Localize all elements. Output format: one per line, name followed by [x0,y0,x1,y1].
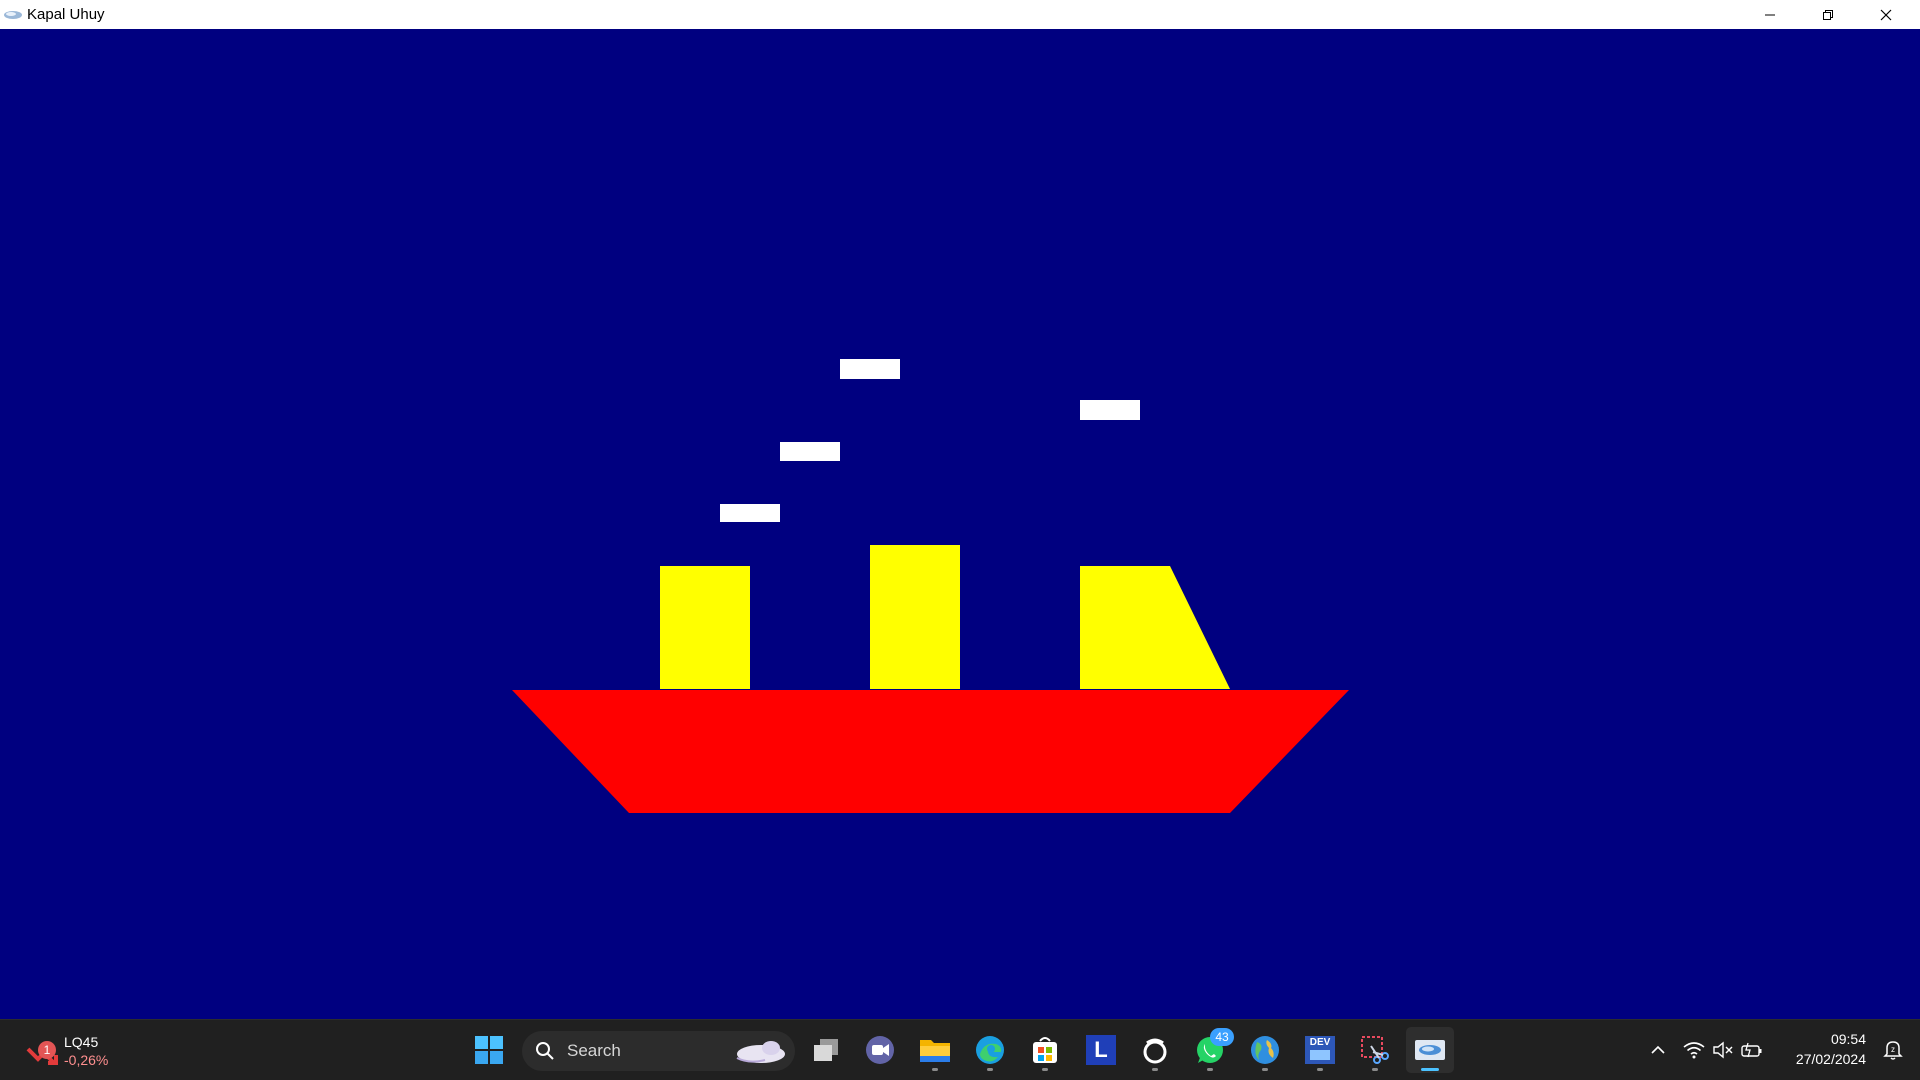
clock[interactable]: 09:54 27/02/2024 [1796,1029,1866,1069]
globe-app-button[interactable] [1241,1027,1289,1073]
search-icon [536,1042,554,1060]
edge-icon [976,1036,1004,1064]
smoke-puff [1080,400,1140,420]
app-icon [1415,1040,1445,1060]
store-button[interactable] [1021,1027,1069,1073]
running-indicator [1042,1068,1048,1071]
drawing-canvas [0,29,1920,1019]
running-indicator [1262,1068,1268,1071]
volume-button[interactable] [1710,1035,1738,1065]
minimize-button[interactable] [1741,0,1799,29]
taskbar: 1 LQ45 -0,26% Search L 43 DEV 09:54 27/0… [0,1019,1920,1080]
search-label: Search [567,1041,621,1060]
search-highlight-icon [736,1041,785,1063]
restore-button[interactable] [1799,0,1857,29]
store-icon [1033,1037,1057,1063]
restore-icon [1823,9,1833,20]
stock-widget[interactable]: 1 LQ45 -0,26% [24,1030,108,1072]
notification-badge: 43 [1210,1028,1234,1046]
middle-funnel [870,545,960,689]
task-view-icon [814,1039,838,1061]
file-explorer-button[interactable] [911,1027,959,1073]
l-icon: L [1086,1035,1116,1065]
title-bar: Kapal Uhuy [0,0,1920,29]
active-indicator [1421,1068,1439,1071]
folder-icon [920,1040,950,1062]
dev-icon: DEV [1305,1036,1335,1064]
battery-icon [1741,1042,1762,1058]
close-icon [1880,9,1892,20]
search-box[interactable]: Search [522,1031,795,1071]
bridge-cabin [1080,566,1230,689]
running-indicator [1317,1068,1323,1071]
running-indicator [1152,1068,1158,1071]
smoke-puff [720,504,780,522]
minimize-icon [1765,14,1775,15]
start-button[interactable] [465,1027,513,1073]
running-indicator [932,1068,938,1071]
system-tray [1648,1020,1766,1080]
clock-date: 27/02/2024 [1795,1051,1866,1067]
globe-icon [1251,1036,1279,1064]
widget-badge: 1 [38,1041,56,1059]
scissors-icon [1361,1036,1389,1064]
battery-button[interactable] [1738,1035,1766,1065]
l-app-button[interactable]: L [1077,1027,1125,1073]
wifi-icon [1683,1042,1705,1059]
whatsapp-button[interactable]: 43 [1186,1027,1234,1073]
close-button[interactable] [1857,0,1915,29]
speaker-muted-icon [1713,1041,1733,1059]
snipping-tool-button[interactable] [1351,1027,1399,1073]
edge-button[interactable] [966,1027,1014,1073]
smoke-puff [780,442,840,461]
widget-name: LQ45 [64,1034,99,1050]
window-title: Kapal Uhuy [27,6,105,23]
notification-center-button[interactable]: z [1880,1037,1906,1063]
ring-app-button[interactable] [1131,1027,1179,1073]
notification-icon: z [1883,1041,1903,1060]
left-funnel [660,566,750,689]
video-camera-icon [866,1036,894,1064]
devcpp-button[interactable]: DEV [1296,1027,1344,1073]
chevron-up-icon [1651,1045,1665,1054]
ship-scene [512,359,1349,813]
smoke-puff [840,359,900,379]
kapal-uhuy-taskbar-button[interactable] [1406,1027,1454,1073]
clock-time: 09:54 [1830,1031,1866,1047]
network-button[interactable] [1678,1035,1710,1065]
running-indicator [1372,1068,1378,1071]
running-indicator [1207,1068,1213,1071]
running-indicator [987,1068,993,1071]
widget-value: -0,26% [64,1052,109,1068]
svg-text:z: z [1891,1045,1895,1054]
ship-hull [512,690,1349,813]
stock-widget-icon: 1 [24,1033,60,1069]
app-icon [4,10,22,19]
windows-logo-icon [475,1036,503,1064]
task-view-button[interactable] [802,1027,850,1073]
ring-icon [1143,1038,1167,1064]
show-hidden-icons-button[interactable] [1648,1035,1668,1065]
meet-button[interactable] [856,1027,904,1073]
